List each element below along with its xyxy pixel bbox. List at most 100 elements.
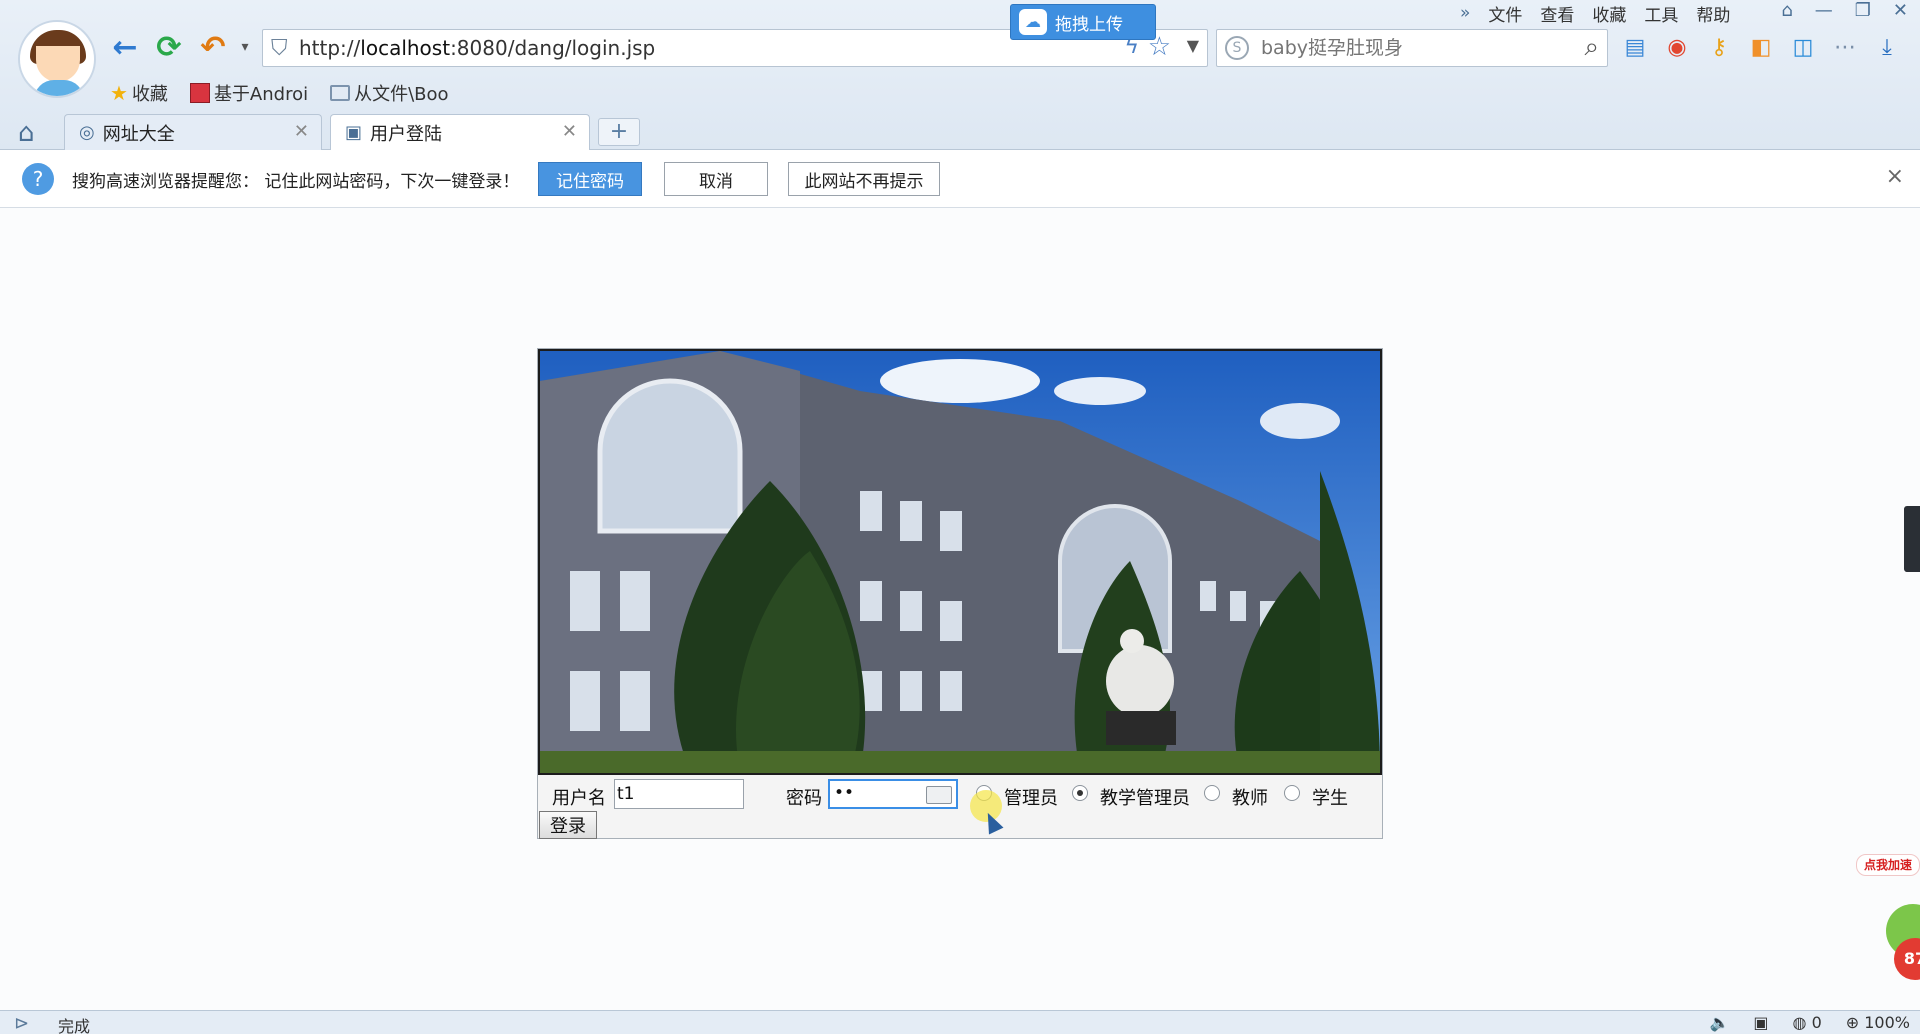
login-form: 用户名 密码 •• 管理员 教学管理员 教师 学生 (538, 777, 1382, 811)
tab-close-icon[interactable]: ✕ (562, 121, 577, 142)
address-url[interactable]: http://localhost:8080/dang/login.jsp (299, 36, 655, 60)
minimize-icon[interactable]: — (1815, 0, 1833, 21)
globe-icon: ◎ (79, 122, 95, 143)
window-controls: ⌂ — ❐ ✕ (1781, 0, 1908, 21)
never-remind-button[interactable]: 此网站不再提示 (788, 162, 940, 196)
sidebar-toggle-handle[interactable] (1904, 506, 1920, 572)
skin-icon[interactable]: ⌂ (1781, 0, 1792, 21)
status-text: 完成 (58, 1017, 91, 1034)
weibo-icon[interactable]: ◉ (1662, 32, 1692, 62)
favorites-bar: ★ 收藏 基于Androi 从文件\Boo (110, 80, 449, 106)
browser-toolbar: ← ⟳ ↶ ▾ ⛉ http://localhost:8080/dang/log… (0, 0, 1920, 150)
login-button[interactable]: 登录 (539, 811, 597, 839)
role-label-teacher: 教师 (1232, 788, 1268, 809)
password-input[interactable]: •• (828, 779, 958, 809)
more-options-icon[interactable]: ⋯ (1830, 32, 1860, 62)
tools-box-icon[interactable]: ▣ (1753, 1013, 1768, 1032)
avatar-face (36, 46, 80, 82)
volume-icon[interactable]: 🔈 (1709, 1013, 1729, 1032)
shield-count-icon: ◍ (1792, 1013, 1812, 1032)
status-bar: ⊳ 完成 🔈 ▣ ◍ 0 ⊕ 100% (0, 1010, 1920, 1034)
menu-bar: » 文件 查看 收藏 工具 帮助 (1460, 0, 1730, 26)
security-shield-icon: ⛉ (271, 36, 288, 61)
tip-bulb-icon: ? (22, 163, 54, 195)
url-host: localhost (360, 36, 451, 60)
sidebar-panel-icon[interactable]: ⊳ (14, 1013, 29, 1034)
avatar-body (34, 80, 84, 96)
favorites-item-folder[interactable]: 从文件\Boo (330, 80, 449, 106)
speed-up-tag: 点我加速 (1856, 854, 1920, 876)
page-icon: ▣ (345, 122, 363, 143)
user-avatar[interactable] (18, 20, 96, 98)
folder-icon (330, 85, 351, 101)
bookmark-panel-icon[interactable]: ◧ (1746, 32, 1776, 62)
key-icon[interactable]: ⚷ (1704, 32, 1734, 62)
role-radio-teacher[interactable] (1204, 785, 1220, 801)
star-icon: ★ (110, 81, 128, 105)
back-arrow-icon[interactable]: ← (108, 30, 142, 65)
password-mask: •• (834, 783, 855, 803)
menu-overflow-icon[interactable]: » (1460, 3, 1470, 23)
menu-item-help[interactable]: 帮助 (1696, 1, 1730, 26)
tab-label: 用户登陆 (370, 123, 443, 145)
username-label: 用户名 (552, 788, 606, 809)
extension-toolbar: ▤ ◉ ⚷ ◧ ◫ ⋯ ⤓ (1620, 32, 1920, 66)
block-count-value: 0 (1811, 1013, 1822, 1032)
search-box[interactable]: S ⌕ (1216, 29, 1608, 67)
remember-password-button[interactable]: 记住密码 (538, 162, 642, 196)
login-panel: 用户名 密码 •• 管理员 教学管理员 教师 学生 登录 (537, 348, 1383, 839)
menu-item-tools[interactable]: 工具 (1644, 1, 1678, 26)
role-label-student: 学生 (1312, 788, 1348, 809)
reader-icon[interactable]: ▤ (1620, 32, 1650, 62)
undo-icon[interactable]: ↶ (196, 30, 230, 65)
username-input[interactable] (614, 779, 744, 809)
role-label-teaching-admin: 教学管理员 (1100, 788, 1190, 809)
home-icon[interactable]: ⌂ (18, 118, 35, 148)
favorites-item-label: 收藏 (131, 84, 168, 105)
speed-up-widget[interactable]: 点我加速 87 (1856, 854, 1920, 984)
sogou-logo-icon: S (1225, 36, 1249, 60)
menu-item-favorites[interactable]: 收藏 (1592, 1, 1626, 26)
search-input[interactable] (1261, 36, 1551, 60)
favorites-item-label: 基于Androi (213, 84, 309, 105)
url-path: :8080/dang/login.jsp (450, 36, 656, 60)
status-right-group: 🔈 ▣ ◍ 0 ⊕ 100% (1709, 1013, 1910, 1032)
menu-item-view[interactable]: 查看 (1540, 1, 1574, 26)
favorites-item-android[interactable]: 基于Androi (189, 80, 309, 106)
address-dropdown-icon[interactable]: ▼ (1187, 36, 1199, 55)
undo-dropdown-icon[interactable]: ▾ (228, 30, 262, 64)
role-radio-teaching-admin[interactable] (1072, 785, 1088, 801)
screenshot-icon[interactable]: ◫ (1788, 32, 1818, 62)
cancel-button[interactable]: 取消 (664, 162, 768, 196)
keyboard-icon[interactable] (926, 786, 952, 804)
tab-site-directory[interactable]: ◎ 网址大全 ✕ (64, 114, 322, 150)
url-scheme: http:// (299, 36, 361, 60)
new-tab-button[interactable]: + (598, 118, 640, 146)
refresh-icon[interactable]: ⟳ (152, 30, 186, 65)
restore-icon[interactable]: ❐ (1855, 0, 1871, 21)
bookmark-icon (189, 83, 210, 103)
cloud-upload-button[interactable]: ☁ 拖拽上传 (1010, 4, 1156, 40)
menu-item-file[interactable]: 文件 (1488, 1, 1522, 26)
tab-user-login[interactable]: ▣ 用户登陆 ✕ (330, 114, 590, 150)
password-label: 密码 (786, 788, 822, 809)
tab-close-icon[interactable]: ✕ (294, 121, 309, 142)
favorites-item-collect[interactable]: ★ 收藏 (110, 80, 168, 106)
cloud-icon: ☁ (1019, 9, 1047, 35)
campus-building-photo (538, 349, 1382, 775)
role-radio-student[interactable] (1284, 785, 1300, 801)
tab-strip: ⌂ ◎ 网址大全 ✕ ▣ 用户登陆 ✕ + (0, 114, 1920, 150)
block-counter[interactable]: ◍ 0 (1793, 1013, 1822, 1032)
close-window-icon[interactable]: ✕ (1893, 0, 1908, 21)
password-save-notification: ? 搜狗高速浏览器提醒您： 记住此网站密码，下次一键登录！ 记住密码 取消 此网… (0, 150, 1920, 208)
zoom-value: 100% (1864, 1013, 1910, 1032)
notification-message: 搜狗高速浏览器提醒您： 记住此网站密码，下次一键登录！ (72, 172, 520, 192)
download-icon[interactable]: ⤓ (1872, 32, 1902, 62)
role-label-admin: 管理员 (1004, 788, 1058, 809)
campus-photo-drawing (540, 351, 1380, 773)
search-icon[interactable]: ⌕ (1584, 32, 1599, 63)
cloud-upload-label: 拖拽上传 (1055, 14, 1123, 35)
zoom-control[interactable]: ⊕ 100% (1846, 1013, 1910, 1032)
close-icon[interactable]: × (1886, 164, 1904, 189)
zoom-icon: ⊕ (1845, 1013, 1865, 1032)
